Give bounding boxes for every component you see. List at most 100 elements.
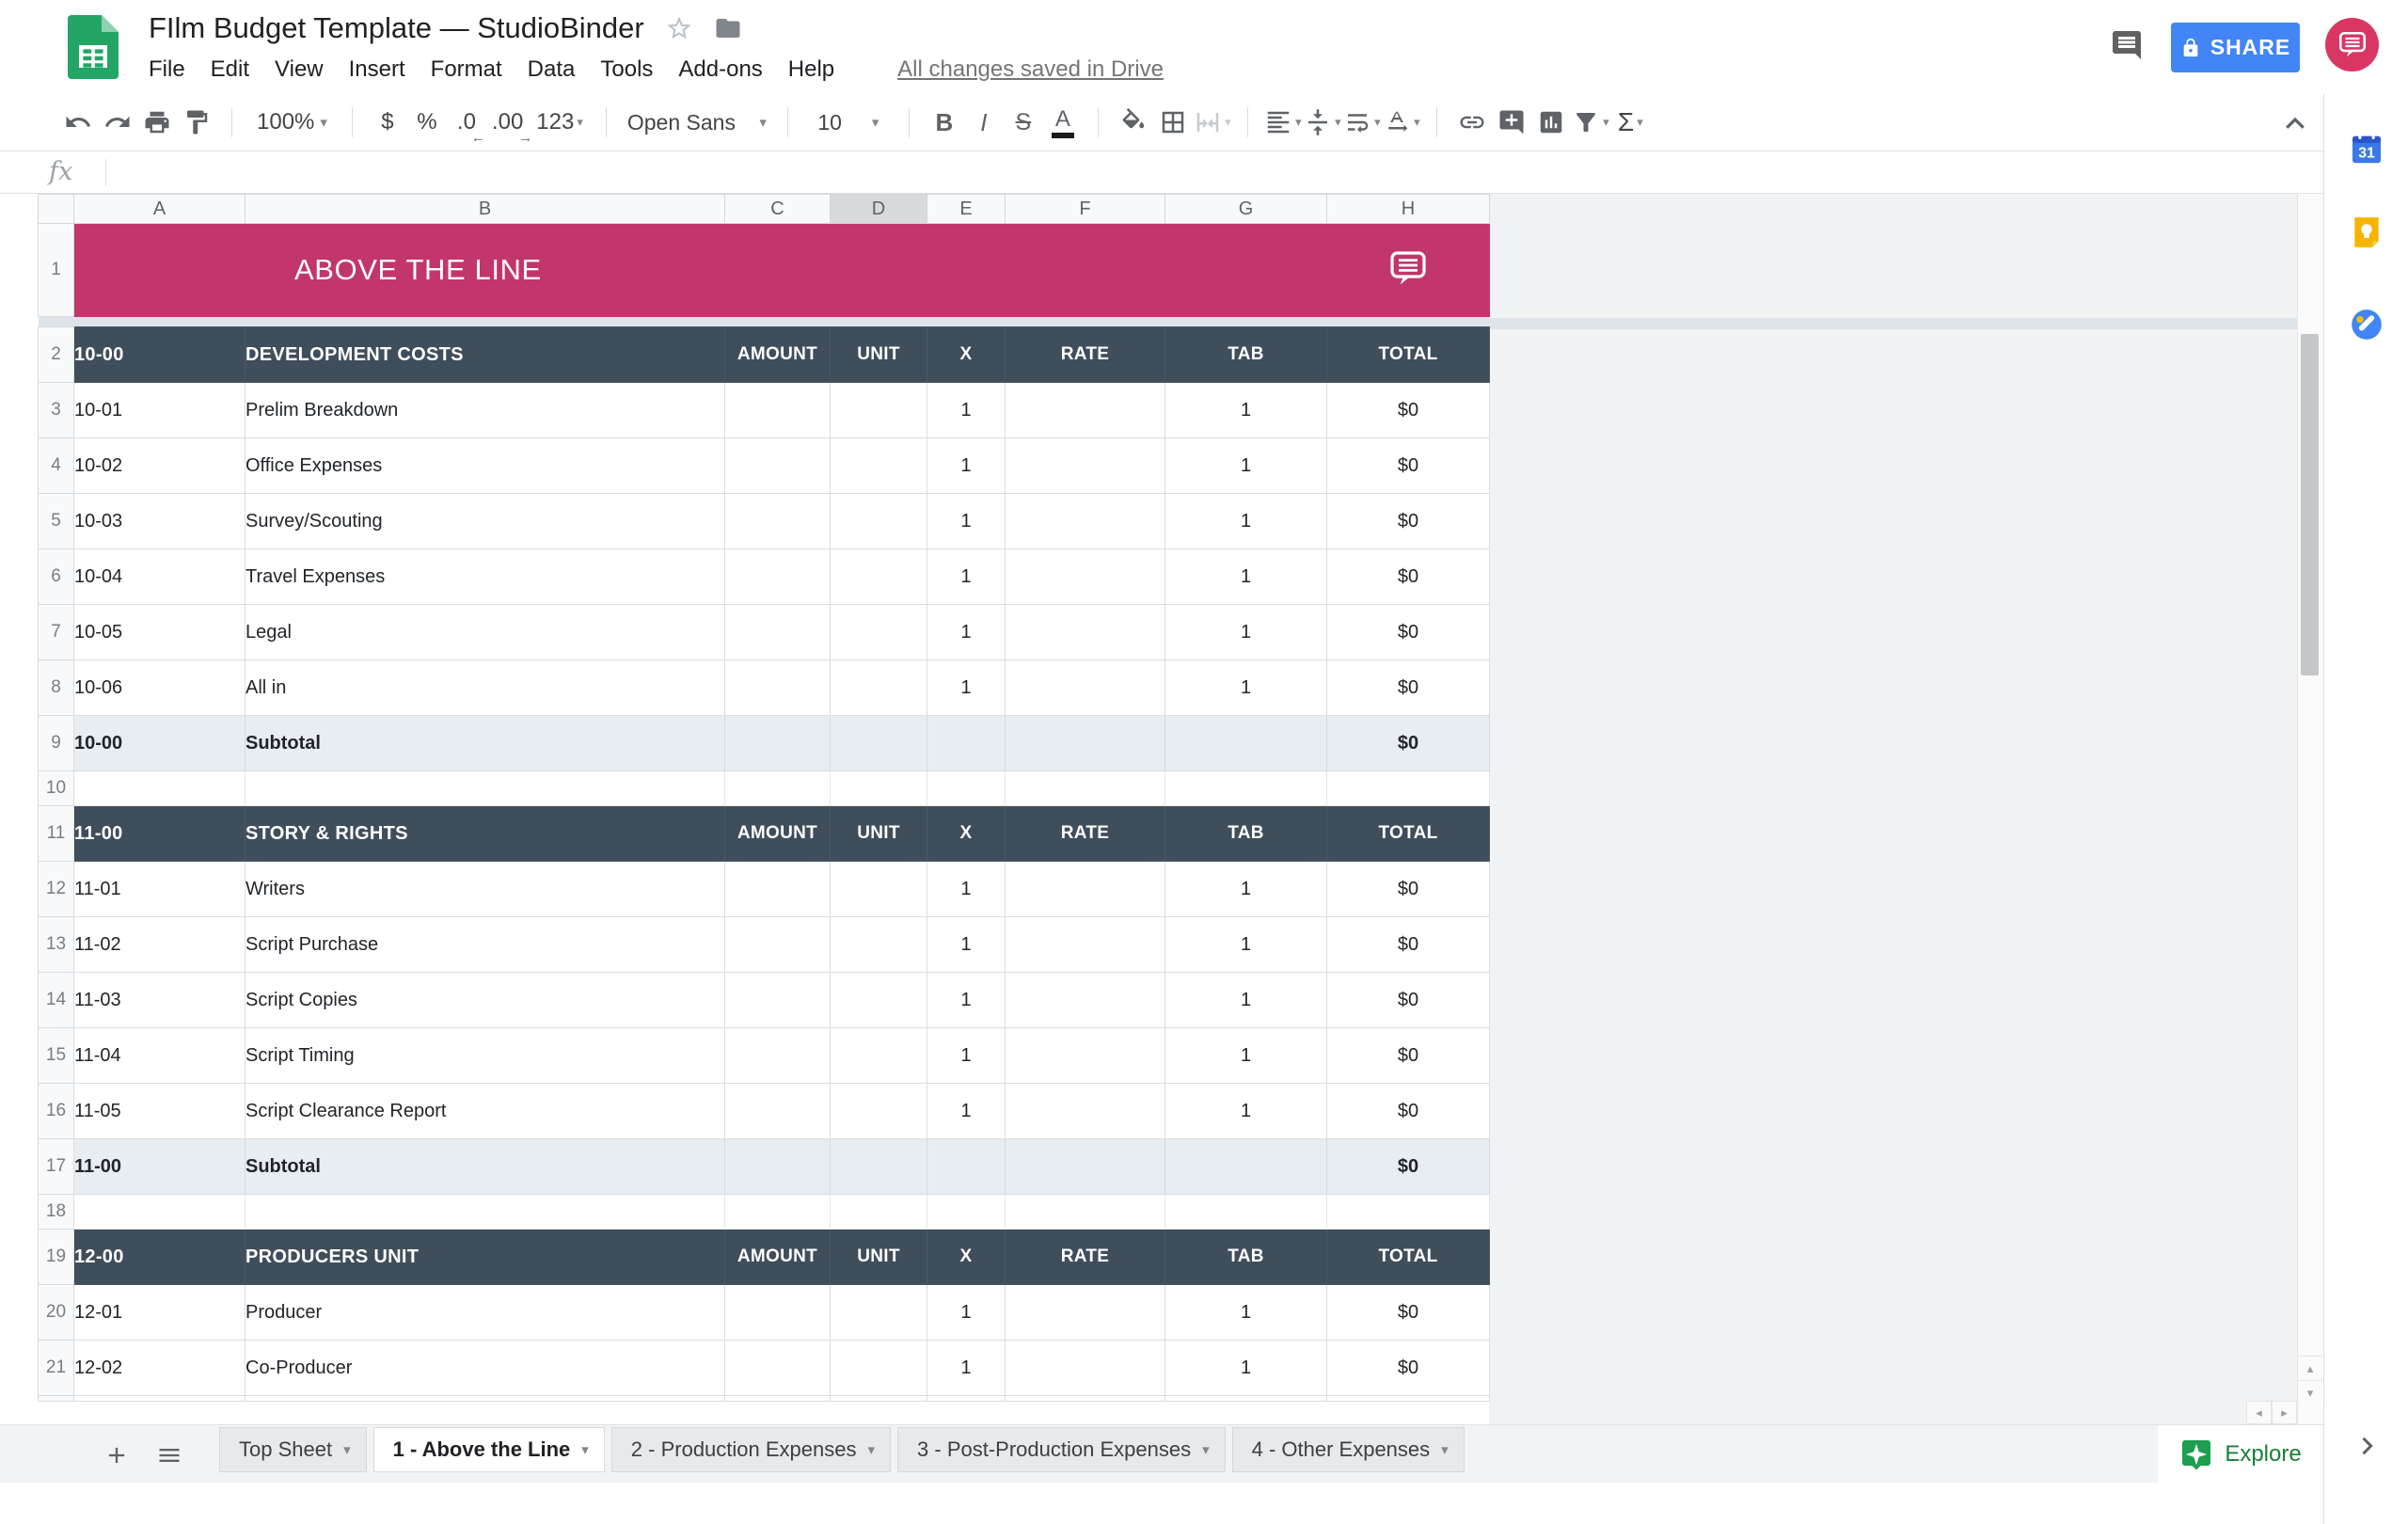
open-comments-button[interactable] <box>2110 28 2144 67</box>
row-number[interactable]: 15 <box>39 1028 74 1084</box>
formula-input[interactable] <box>119 151 2310 193</box>
row-number[interactable]: 11 <box>39 806 74 862</box>
row-number[interactable]: 2 <box>39 327 74 383</box>
functions-select[interactable]: Σ▾ <box>1610 102 1651 143</box>
explore-button[interactable]: Explore <box>2158 1425 2323 1484</box>
cell-code[interactable]: 11-02 <box>74 917 246 973</box>
cell-name[interactable]: Office Expenses <box>246 438 725 494</box>
cell-tab[interactable]: 1 <box>1165 1285 1327 1341</box>
cell-total[interactable]: $0 <box>1327 660 1490 716</box>
sheet-tab-post-production-expenses[interactable]: 3 - Post-Production Expenses ▾ <box>897 1427 1226 1472</box>
row-number[interactable]: 18 <box>39 1195 74 1230</box>
corner-cell[interactable] <box>39 195 74 224</box>
menu-format[interactable]: Format <box>431 56 502 83</box>
cell-total[interactable]: $0 <box>1327 1285 1490 1341</box>
cell-code[interactable]: 10-06 <box>74 660 246 716</box>
scroll-up-button[interactable]: ▴ <box>2298 1356 2322 1380</box>
cell-header-unit[interactable]: UNIT <box>831 327 927 383</box>
move-folder-icon[interactable] <box>714 14 742 42</box>
text-wrap-select[interactable]: ▾ <box>1342 102 1382 143</box>
sheet-tab-top-sheet[interactable]: Top Sheet ▾ <box>219 1427 367 1472</box>
cell-header-x[interactable]: X <box>927 327 1006 383</box>
cell-header-tab[interactable]: TAB <box>1165 806 1327 862</box>
cell-x[interactable]: 1 <box>927 917 1006 973</box>
cell-tab[interactable]: 1 <box>1165 1341 1327 1396</box>
menu-insert[interactable]: Insert <box>349 56 405 83</box>
cell-total[interactable]: $0 <box>1327 1028 1490 1084</box>
row-number[interactable]: 19 <box>39 1230 74 1285</box>
text-color-button[interactable]: A <box>1043 102 1083 143</box>
cell-header-x[interactable]: X <box>927 1230 1006 1285</box>
text-rotation-select[interactable]: ▾ <box>1382 102 1421 143</box>
cell-name[interactable]: Co-Producer <box>246 1341 725 1396</box>
cell-header-rate[interactable]: RATE <box>1006 806 1165 862</box>
cell-total[interactable]: $0 <box>1327 862 1490 917</box>
cell-section-code[interactable]: 11-00 <box>74 806 246 862</box>
cell-x[interactable]: 1 <box>927 660 1006 716</box>
cell-tab[interactable]: 1 <box>1165 1028 1327 1084</box>
row-number[interactable]: 5 <box>39 494 74 549</box>
italic-button[interactable]: I <box>964 102 1004 143</box>
account-avatar[interactable] <box>2325 18 2379 71</box>
cell-name[interactable]: All in <box>246 660 725 716</box>
sheet-tab-production-expenses[interactable]: 2 - Production Expenses ▾ <box>611 1427 891 1472</box>
cell-section-name[interactable]: PRODUCERS UNIT <box>246 1230 725 1285</box>
cell-header-tab[interactable]: TAB <box>1165 1230 1327 1285</box>
cell-tab[interactable]: 1 <box>1165 973 1327 1028</box>
cell-name[interactable]: Prelim Breakdown <box>246 383 725 438</box>
column-header-a[interactable]: A <box>74 195 246 224</box>
row-number[interactable]: 17 <box>39 1139 74 1195</box>
menu-addons[interactable]: Add-ons <box>678 56 762 83</box>
paint-format-button[interactable] <box>177 102 216 143</box>
document-title[interactable]: FIlm Budget Template — StudioBinder <box>149 11 644 45</box>
menu-edit[interactable]: Edit <box>211 56 249 83</box>
insert-chart-button[interactable] <box>1531 102 1571 143</box>
cell-header-total[interactable]: TOTAL <box>1327 806 1490 862</box>
cell-total[interactable]: $0 <box>1327 1084 1490 1139</box>
row-number[interactable]: 12 <box>39 862 74 917</box>
cell-code[interactable]: 11-03 <box>74 973 246 1028</box>
column-header-d[interactable]: D <box>831 195 927 224</box>
cell-header-unit[interactable]: UNIT <box>831 806 927 862</box>
row-number[interactable]: 16 <box>39 1084 74 1139</box>
hide-toolbar-button[interactable] <box>2276 105 2314 143</box>
menu-tools[interactable]: Tools <box>600 56 653 83</box>
decrease-decimal-button[interactable]: .0← <box>452 109 482 135</box>
increase-decimal-button[interactable]: .00→ <box>486 109 529 135</box>
sheet-tab-above-the-line[interactable]: 1 - Above the Line ▾ <box>373 1427 605 1472</box>
cell-x[interactable]: 1 <box>927 1285 1006 1341</box>
cell-tab[interactable]: 1 <box>1165 494 1327 549</box>
collapse-side-panel-button[interactable] <box>2351 1430 2383 1462</box>
cell-name[interactable]: Script Timing <box>246 1028 725 1084</box>
scroll-right-button[interactable]: ▸ <box>2272 1401 2297 1424</box>
cell-x[interactable]: 1 <box>927 383 1006 438</box>
cell-code[interactable]: 10-00 <box>74 716 246 771</box>
sheets-logo-icon[interactable] <box>68 15 119 84</box>
column-header-e[interactable]: E <box>927 195 1006 224</box>
cell-x[interactable]: 1 <box>927 1084 1006 1139</box>
cell-tab[interactable]: 1 <box>1165 917 1327 973</box>
cell-x[interactable]: 1 <box>927 438 1006 494</box>
cell-code[interactable]: 11-04 <box>74 1028 246 1084</box>
cell-code[interactable]: 11-01 <box>74 862 246 917</box>
more-formats-select[interactable]: 123▾ <box>529 102 591 143</box>
bold-button[interactable]: B <box>925 102 964 143</box>
cell-header-total[interactable]: TOTAL <box>1327 327 1490 383</box>
row-number[interactable]: 9 <box>39 716 74 771</box>
menu-view[interactable]: View <box>275 56 324 83</box>
font-family-select[interactable]: Open Sans▾ <box>622 102 772 143</box>
star-icon[interactable] <box>665 14 693 42</box>
cell-name[interactable]: Writers <box>246 862 725 917</box>
filter-button[interactable]: ▾ <box>1571 102 1610 143</box>
scroll-down-button[interactable]: ▾ <box>2298 1380 2322 1405</box>
add-sheet-button[interactable] <box>98 1437 135 1474</box>
cell-name[interactable]: Subtotal <box>246 1139 725 1195</box>
zoom-select[interactable]: 100%▾ <box>247 102 337 143</box>
cell-name[interactable]: Legal <box>246 605 725 660</box>
above-the-line-banner-cell[interactable]: ABOVE THE LINE <box>74 224 1490 317</box>
cell-code[interactable]: 10-02 <box>74 438 246 494</box>
row-number[interactable]: 3 <box>39 383 74 438</box>
cell-tab[interactable]: 1 <box>1165 438 1327 494</box>
cell-tab[interactable]: 1 <box>1165 549 1327 605</box>
row-number[interactable]: 13 <box>39 917 74 973</box>
